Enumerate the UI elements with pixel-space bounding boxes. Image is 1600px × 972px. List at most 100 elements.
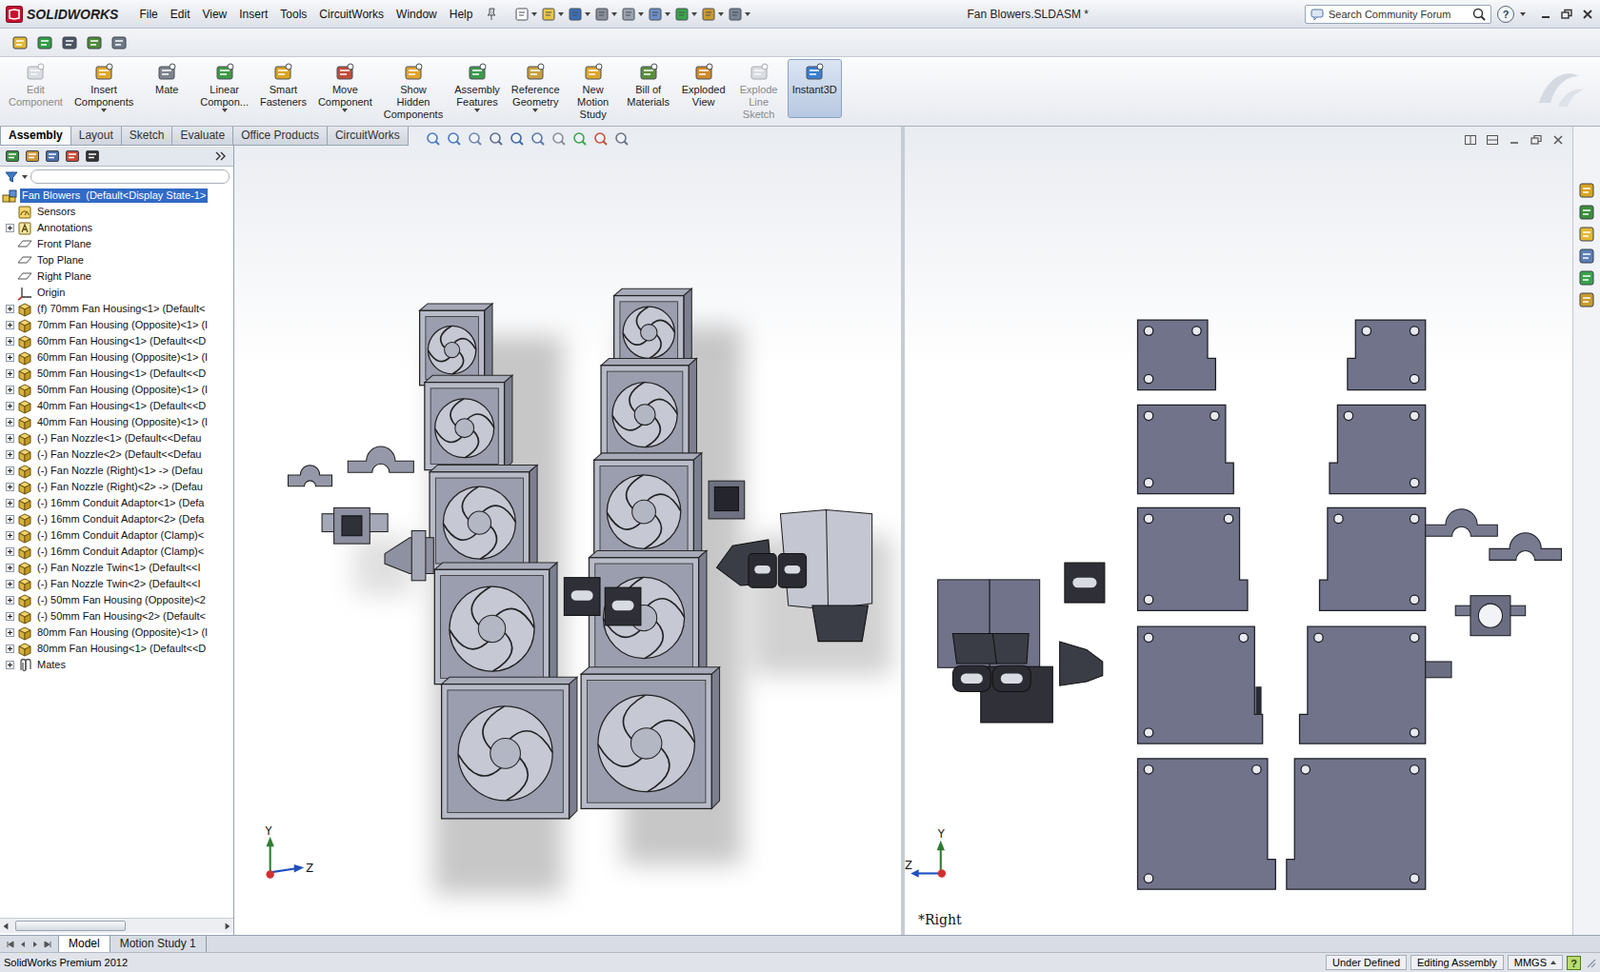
fan-housing[interactable] [588, 550, 706, 675]
expand-toggle[interactable] [5, 337, 15, 346]
expand-toggle[interactable] [5, 401, 15, 411]
tile-vertical-icon[interactable] [1485, 133, 1500, 147]
command-button[interactable]: NewMotionStudy [566, 59, 620, 123]
tree-item[interactable]: 50mm Fan Housing<1> (Default<<D [1, 365, 234, 382]
tree-item[interactable]: Right Plane [1, 268, 234, 285]
menu-item[interactable]: File [133, 5, 163, 23]
menu-item[interactable]: Insert [233, 5, 274, 23]
units-selector[interactable]: MMGS [1507, 955, 1563, 971]
dropdown-caret[interactable] [474, 108, 480, 113]
filter-dropdown-caret[interactable] [21, 175, 28, 180]
fan-housing[interactable] [580, 667, 720, 810]
scroll-right-icon[interactable] [221, 920, 234, 933]
tree-item[interactable]: 80mm Fan Housing (Opposite)<1> (I [1, 624, 234, 641]
tree-item[interactable]: (-) Fan Nozzle (Right)<1> -> (Defau [1, 462, 234, 480]
expand-toggle[interactable] [5, 466, 15, 476]
isometric-scene[interactable]: YZ [234, 126, 901, 936]
restore-icon[interactable] [1560, 7, 1574, 21]
tree-item[interactable]: (-) Fan Nozzle (Right)<2> -> (Defau [1, 479, 234, 496]
fan-nozzle-twin[interactable] [716, 510, 872, 642]
quick-tool[interactable] [647, 6, 671, 22]
command-button[interactable]: ShowHiddenComponents [379, 59, 448, 123]
expand-toggle[interactable] [5, 580, 15, 589]
configuration-manager-icon[interactable] [44, 148, 60, 164]
view-settings-icon[interactable] [613, 130, 631, 148]
graphics-viewport[interactable]: YZ*Right [904, 126, 1573, 936]
fan-housing[interactable] [1138, 759, 1277, 890]
conduit-adaptor[interactable] [563, 578, 641, 626]
tree-item[interactable]: 50mm Fan Housing (Opposite)<1> (I [1, 381, 234, 399]
close-icon[interactable] [1580, 7, 1595, 21]
command-tab[interactable]: Sketch [120, 126, 174, 146]
fan-housing[interactable] [441, 677, 578, 820]
tree-item[interactable]: (-) 16mm Conduit Adaptor (Clamp)< [1, 543, 234, 560]
fan-nozzle-twin[interactable] [938, 580, 1054, 723]
tree-item[interactable]: (-) 16mm Conduit Adaptor<1> (Defa [1, 495, 234, 512]
fan-housing[interactable] [1286, 759, 1426, 890]
open-folder-icon[interactable] [11, 34, 29, 52]
adaptor-tab[interactable] [1425, 661, 1452, 679]
bottom-tab[interactable]: Model [58, 936, 111, 953]
display-manager-icon[interactable] [64, 148, 80, 164]
tree-item[interactable]: (-) Fan Nozzle Twin<2> (Default<<I [1, 576, 234, 593]
view-orientation-icon[interactable] [508, 130, 526, 148]
fan-housing[interactable] [614, 288, 693, 366]
fan-housing[interactable] [600, 358, 697, 460]
fan-nozzle[interactable] [1060, 641, 1103, 686]
expand-toggle[interactable] [5, 547, 15, 557]
menu-item[interactable]: Tools [274, 5, 313, 23]
fan-nozzle[interactable] [384, 531, 434, 581]
expand-toggle[interactable] [5, 434, 15, 443]
tile-horizontal-icon[interactable] [1463, 133, 1478, 147]
tree-item[interactable]: 40mm Fan Housing<1> (Default<<D [1, 398, 234, 415]
axis-triad[interactable]: YZ [263, 824, 314, 880]
pin-icon[interactable] [483, 6, 500, 22]
search-field[interactable]: Search Community Forum [1304, 4, 1492, 24]
scroll-track[interactable] [11, 920, 222, 932]
zoom-area-icon[interactable] [445, 130, 463, 148]
menu-item[interactable]: Edit [164, 5, 197, 23]
expand-toggle[interactable] [5, 563, 15, 573]
last-tab-icon[interactable] [42, 940, 53, 950]
conduit-adaptor[interactable] [1064, 562, 1105, 603]
save-all-icon[interactable] [36, 34, 54, 52]
tree-item[interactable]: Fan Blowers (Default<Display State-1> [1, 187, 234, 204]
expand-toggle[interactable] [5, 612, 15, 621]
menu-item[interactable]: Window [390, 5, 443, 23]
quick-tool[interactable] [700, 6, 724, 22]
tree-item[interactable]: (-) Fan Nozzle<1> (Default<<Defau [1, 430, 234, 447]
fan-housing[interactable] [1138, 626, 1263, 744]
command-tab[interactable]: Layout [70, 126, 122, 146]
minimize-icon[interactable] [1507, 133, 1521, 147]
bottom-tab[interactable]: Motion Study 1 [110, 936, 207, 953]
expand-toggle[interactable] [5, 628, 15, 638]
tree-item[interactable]: (f) 70mm Fan Housing<1> (Default< [1, 300, 234, 318]
filter-field[interactable] [30, 169, 230, 184]
horizontal-scrollbar[interactable] [0, 918, 234, 934]
command-tab[interactable]: Office Products [232, 126, 328, 146]
expand-toggle[interactable] [5, 223, 15, 233]
appearances-icon[interactable] [1578, 269, 1596, 287]
tree-item[interactable]: (-) 16mm Conduit Adaptor<2> (Defa [1, 511, 234, 528]
tree-item[interactable]: 70mm Fan Housing (Opposite)<1> (I [1, 317, 234, 334]
command-button[interactable]: InsertComponents [69, 59, 139, 116]
expand-toggle[interactable] [5, 418, 15, 427]
tree-item[interactable]: (-) 50mm Fan Housing (Opposite)<2 [1, 592, 234, 609]
minimize-icon[interactable] [1539, 7, 1553, 21]
tree-item[interactable]: 80mm Fan Housing<1> (Default<<D [1, 640, 234, 658]
display-style-icon[interactable] [529, 130, 547, 148]
fan-housing[interactable] [594, 453, 702, 560]
menu-item[interactable]: CircuitWorks [313, 5, 390, 23]
expand-toggle[interactable] [5, 353, 15, 362]
scroll-left-icon[interactable] [0, 920, 12, 933]
command-tab[interactable]: CircuitWorks [326, 126, 409, 146]
quick-tool[interactable] [620, 6, 644, 22]
dimxpert-icon[interactable] [84, 148, 100, 164]
restore-icon[interactable] [1529, 133, 1543, 147]
quick-tool[interactable] [594, 6, 618, 22]
appearance-icon[interactable] [571, 130, 589, 148]
fan-housing[interactable] [1138, 404, 1235, 494]
view-palette-icon[interactable] [1578, 247, 1596, 265]
hide-show-icon[interactable] [550, 130, 568, 148]
previous-view-icon[interactable] [466, 130, 484, 148]
